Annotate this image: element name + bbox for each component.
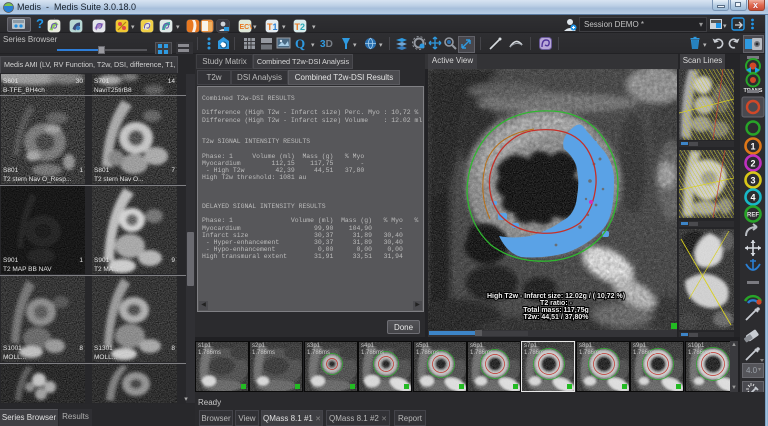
svg-text:3: 3 bbox=[750, 176, 755, 186]
svg-text:Q: Q bbox=[295, 36, 305, 51]
svg-text:T2: T2 bbox=[295, 22, 306, 32]
svg-text:3D: 3D bbox=[320, 39, 333, 50]
svg-text:High T2w - Infarct size: 12.02: High T2w - Infarct size: 12.02g / ( 10,7… bbox=[487, 293, 625, 300]
svg-text:T2w: 44,51 / 37,80%: T2w: 44,51 / 37,80% bbox=[524, 314, 590, 321]
svg-text:REF: REF bbox=[747, 213, 759, 219]
svg-text:T2 ratio: -: T2 ratio: - bbox=[540, 300, 573, 307]
svg-text:1: 1 bbox=[750, 142, 755, 152]
svg-text:T1: T1 bbox=[267, 22, 278, 32]
svg-text:Total mass: 117,75g: Total mass: 117,75g bbox=[523, 307, 589, 314]
svg-text:4: 4 bbox=[750, 193, 755, 203]
svg-text:ECV: ECV bbox=[240, 24, 253, 31]
svg-text:2: 2 bbox=[750, 159, 755, 169]
